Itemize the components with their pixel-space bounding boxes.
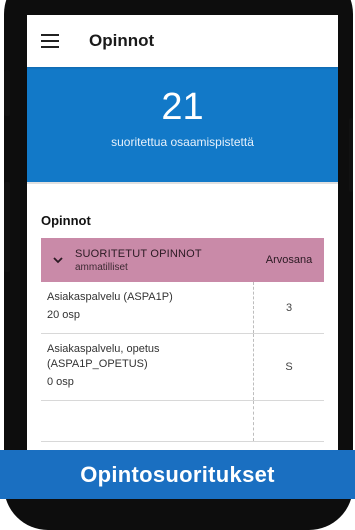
table-header-text: SUORITETUT OPINNOT ammatilliset xyxy=(75,248,254,273)
screen: Opinnot 21 suoritettua osaamispistettä O… xyxy=(27,15,338,485)
chevron-down-icon[interactable] xyxy=(53,255,63,265)
course-cell: Asiakaspalvelu (ASPA1P) 20 osp xyxy=(41,282,254,333)
table-row-partial xyxy=(41,401,324,442)
app-bar: Opinnot xyxy=(27,15,338,67)
table-header-title: SUORITETUT OPINNOT xyxy=(75,247,202,260)
divider xyxy=(27,182,338,204)
table-header-subtitle: ammatilliset xyxy=(75,261,128,273)
grade-column-header: Arvosana xyxy=(265,254,313,266)
table-row[interactable]: Asiakaspalvelu, opetus (ASPA1P_OPETUS) 0… xyxy=(41,334,324,401)
course-name: Asiakaspalvelu, opetus (ASPA1P_OPETUS) xyxy=(47,343,160,370)
course-grade: 3 xyxy=(285,301,293,314)
credits-label: suoritettua osaamispistettä xyxy=(111,135,254,149)
volume-down-button xyxy=(4,182,10,272)
volume-up-button xyxy=(4,70,10,116)
menu-icon[interactable] xyxy=(41,34,59,48)
course-grade: S xyxy=(285,361,293,373)
caption-banner: Opintosuoritukset xyxy=(0,450,355,499)
course-credits: 0 osp xyxy=(47,376,74,388)
credits-summary: 21 suoritettua osaamispistettä xyxy=(27,67,338,182)
credits-count: 21 xyxy=(161,86,204,128)
course-cell xyxy=(41,401,254,441)
page-title: Opinnot xyxy=(89,31,155,50)
studies-table: SUORITETUT OPINNOT ammatilliset Arvosana… xyxy=(41,238,324,442)
course-name: Asiakaspalvelu (ASPA1P) xyxy=(47,291,173,303)
table-row[interactable]: Asiakaspalvelu (ASPA1P) 20 osp 3 xyxy=(41,282,324,334)
table-header[interactable]: SUORITETUT OPINNOT ammatilliset Arvosana xyxy=(41,238,324,282)
course-cell: Asiakaspalvelu, opetus (ASPA1P_OPETUS) 0… xyxy=(41,334,254,400)
power-button xyxy=(349,118,353,192)
course-grade xyxy=(254,401,324,441)
course-credits: 20 osp xyxy=(47,309,81,321)
section-title: Opinnot xyxy=(41,213,91,228)
